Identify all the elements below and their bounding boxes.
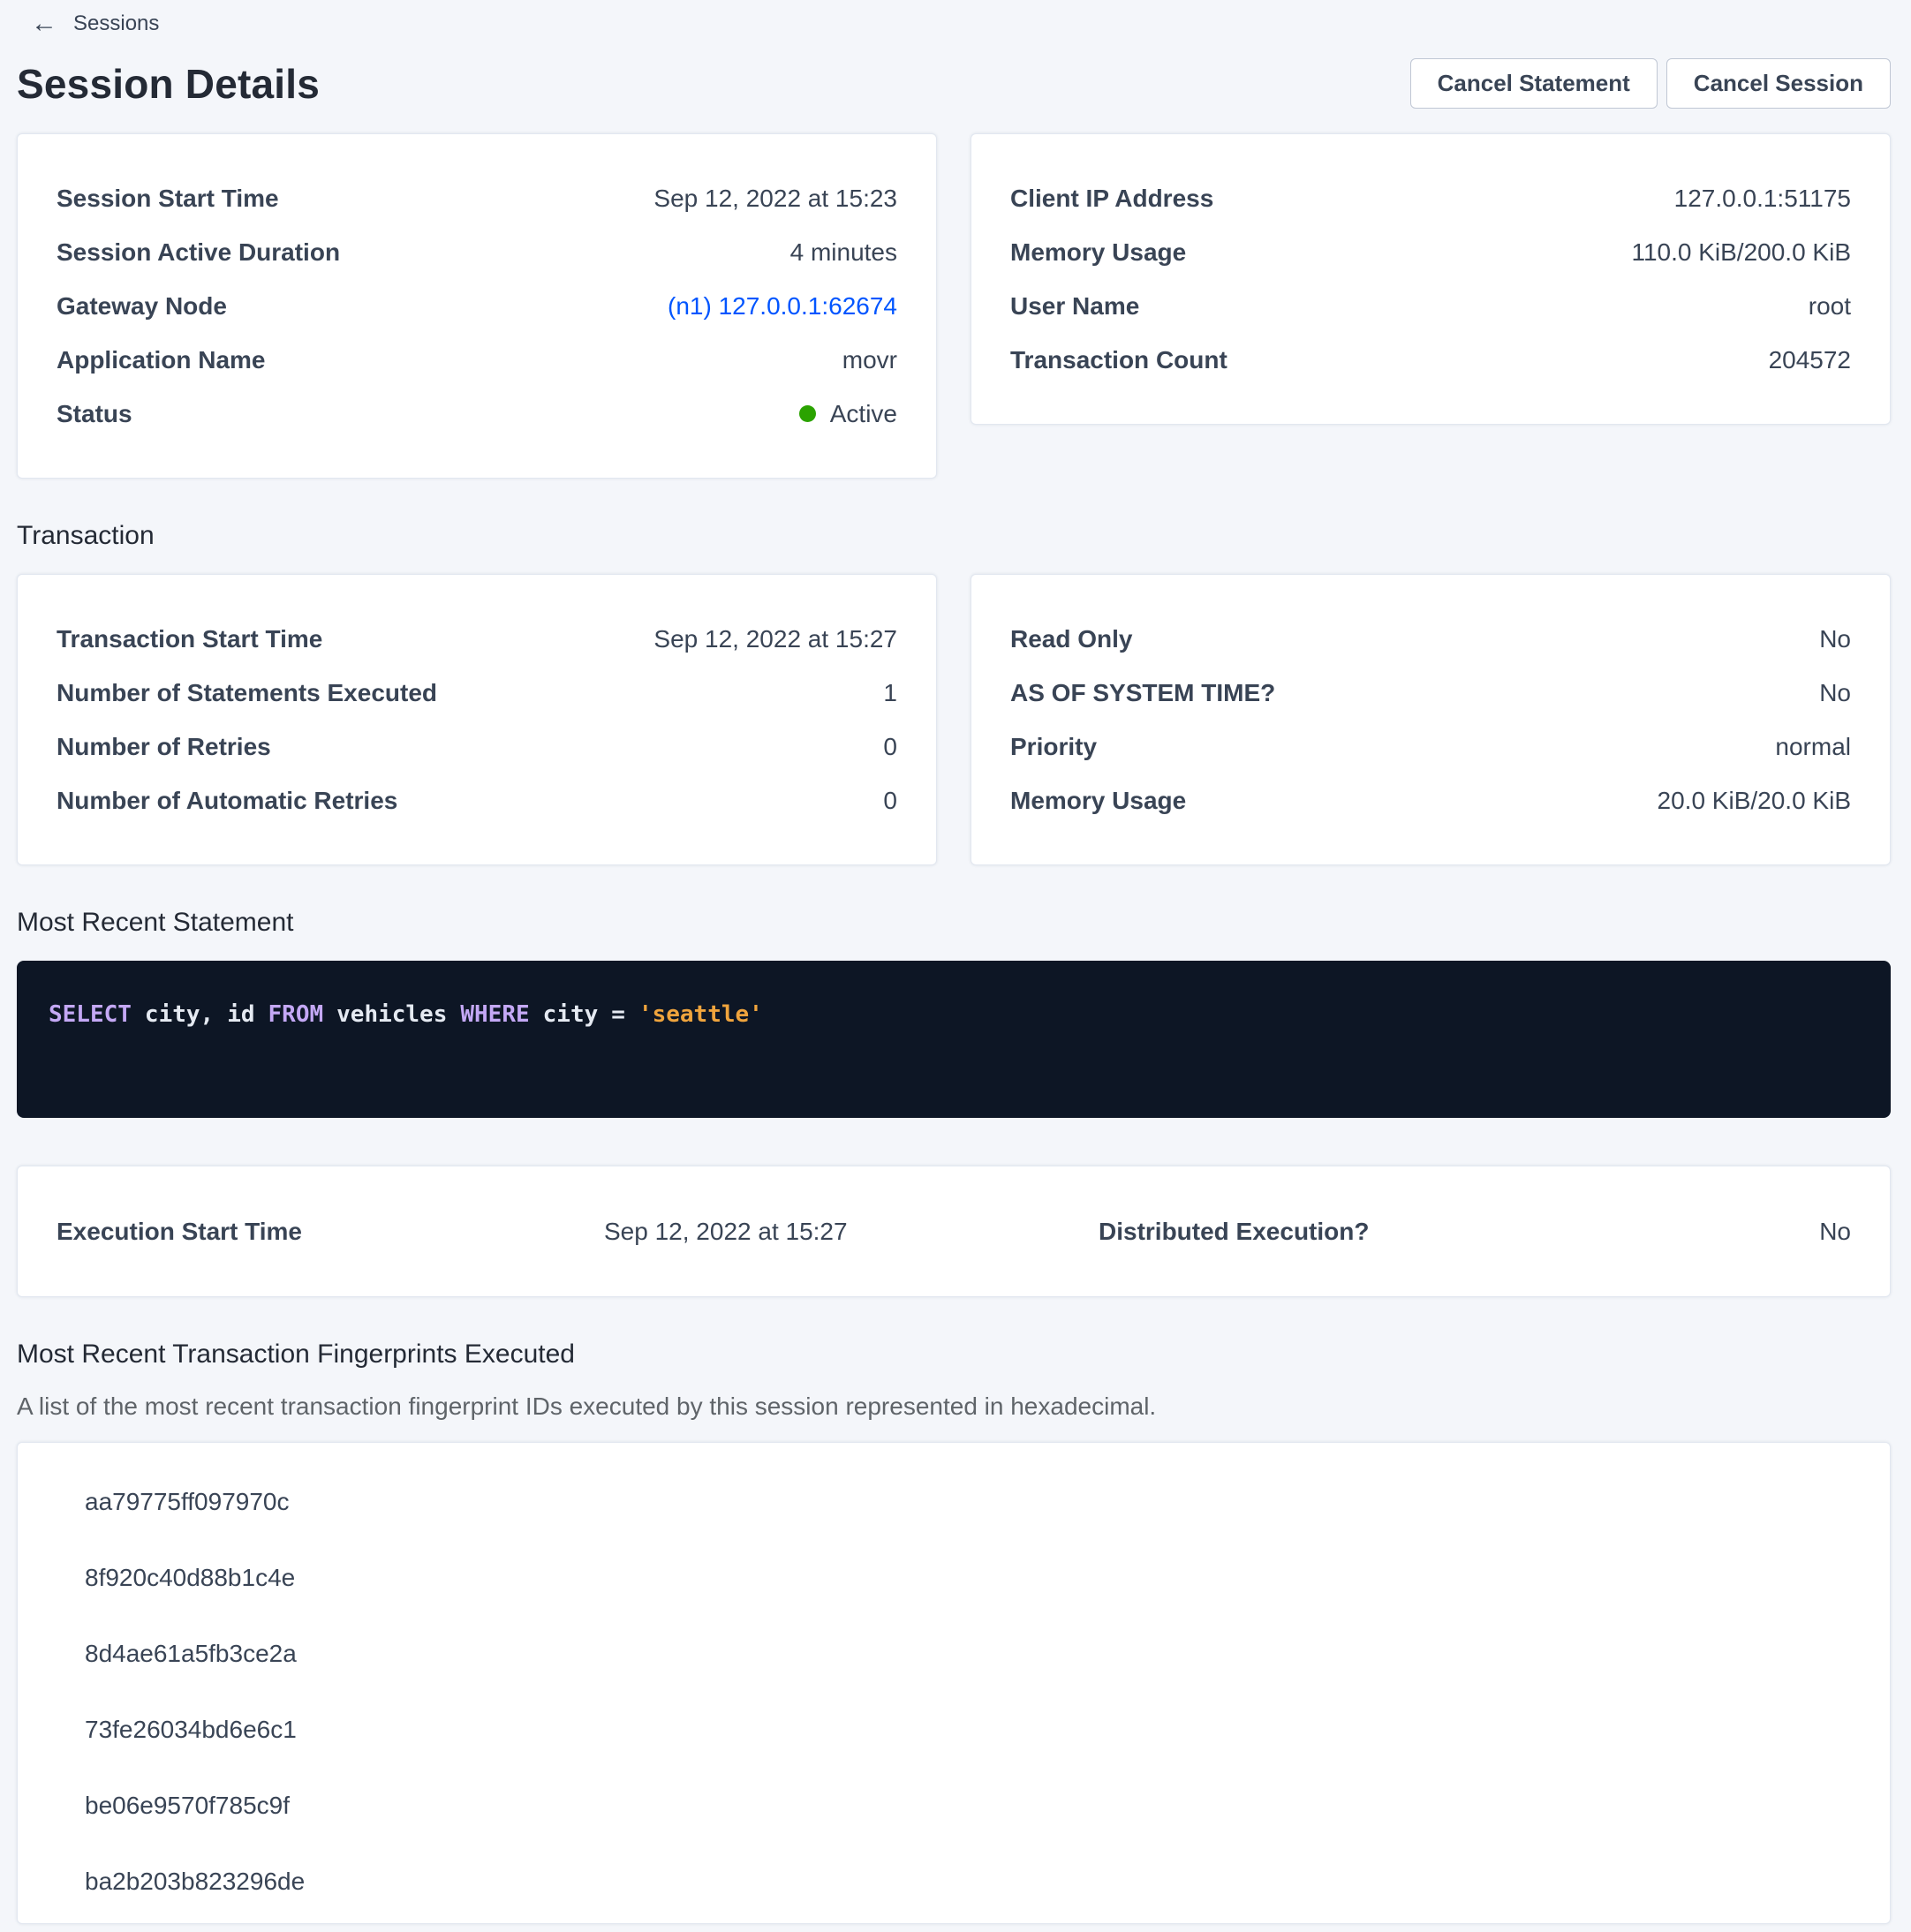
execution-start-time-value: Sep 12, 2022 at 15:27 (604, 1218, 1099, 1246)
as-of-system-time-row: AS OF SYSTEM TIME? No (1010, 666, 1851, 720)
transaction-row: Transaction Start Time Sep 12, 2022 at 1… (17, 574, 1891, 865)
as-of-system-time-value: No (1819, 679, 1851, 707)
client-ip-value: 127.0.0.1:51175 (1674, 185, 1851, 213)
priority-row: Priority normal (1010, 720, 1851, 774)
sql-token: 'seattle' (638, 1001, 763, 1028)
txn-memory-usage-label: Memory Usage (1010, 787, 1186, 815)
fingerprint-list-item: be06e9570f785c9f (18, 1768, 1890, 1844)
sql-token: city, (145, 1001, 214, 1028)
session-start-time-row: Session Start Time Sep 12, 2022 at 15:23 (57, 171, 897, 225)
status-badge: Active (830, 400, 897, 428)
fingerprint-list-item: 8f920c40d88b1c4e (18, 1540, 1890, 1616)
application-name-row: Application Name movr (57, 333, 897, 387)
transaction-count-label: Transaction Count (1010, 346, 1227, 374)
gateway-node-label: Gateway Node (57, 292, 227, 321)
memory-usage-label: Memory Usage (1010, 238, 1186, 267)
sql-token: SELECT (49, 1001, 132, 1028)
status-row: Status Active (57, 387, 897, 441)
read-only-value: No (1819, 625, 1851, 653)
header-actions: Cancel Statement Cancel Session (1410, 58, 1891, 109)
txn-memory-usage-value: 20.0 KiB/20.0 KiB (1658, 787, 1851, 815)
fingerprints-card: aa79775ff097970c 8f920c40d88b1c4e 8d4ae6… (17, 1442, 1891, 1924)
page-title: Session Details (17, 60, 320, 108)
user-name-value: root (1809, 292, 1851, 321)
transaction-start-time-label: Transaction Start Time (57, 625, 322, 653)
fingerprint-list-item: 73fe26034bd6e6c1 (18, 1692, 1890, 1768)
sql-token: vehicles (336, 1001, 447, 1028)
read-only-label: Read Only (1010, 625, 1132, 653)
session-active-duration-value: 4 minutes (790, 238, 897, 267)
cancel-session-button[interactable]: Cancel Session (1666, 58, 1891, 109)
client-ip-label: Client IP Address (1010, 185, 1213, 213)
automatic-retries-value: 0 (883, 787, 897, 815)
breadcrumb: ← Sessions (31, 11, 1911, 37)
distributed-execution-value: No (1369, 1218, 1851, 1246)
priority-value: normal (1775, 733, 1851, 761)
retries-row: Number of Retries 0 (57, 720, 897, 774)
user-name-label: User Name (1010, 292, 1139, 321)
gateway-node-row: Gateway Node (n1) 127.0.0.1:62674 (57, 279, 897, 333)
memory-usage-value: 110.0 KiB/200.0 KiB (1631, 238, 1851, 267)
statement-section-heading: Most Recent Statement (17, 908, 1891, 938)
session-active-duration-label: Session Active Duration (57, 238, 340, 267)
back-arrow-icon[interactable]: ← (31, 11, 57, 37)
transaction-info-card: Transaction Start Time Sep 12, 2022 at 1… (17, 574, 937, 865)
transaction-count-row: Transaction Count 204572 (1010, 333, 1851, 387)
session-start-time-value: Sep 12, 2022 at 15:23 (653, 185, 897, 213)
txn-memory-usage-row: Memory Usage 20.0 KiB/20.0 KiB (1010, 774, 1851, 827)
session-info-card: Session Start Time Sep 12, 2022 at 15:23… (17, 133, 937, 479)
automatic-retries-row: Number of Automatic Retries 0 (57, 774, 897, 827)
retries-label: Number of Retries (57, 733, 271, 761)
transaction-section-heading: Transaction (17, 521, 1891, 551)
cancel-statement-button[interactable]: Cancel Statement (1410, 58, 1658, 109)
status-label: Status (57, 400, 132, 428)
client-info-card: Client IP Address 127.0.0.1:51175 Memory… (971, 133, 1891, 425)
transaction-start-time-value: Sep 12, 2022 at 15:27 (653, 625, 897, 653)
back-to-sessions-link[interactable]: Sessions (73, 11, 159, 36)
sql-token: WHERE (460, 1001, 529, 1028)
as-of-system-time-label: AS OF SYSTEM TIME? (1010, 679, 1275, 707)
application-name-value: movr (842, 346, 897, 374)
transaction-props-card: Read Only No AS OF SYSTEM TIME? No Prior… (971, 574, 1891, 865)
fingerprint-list-item: aa79775ff097970c (18, 1464, 1890, 1540)
memory-usage-row: Memory Usage 110.0 KiB/200.0 KiB (1010, 225, 1851, 279)
automatic-retries-label: Number of Automatic Retries (57, 787, 397, 815)
statements-executed-row: Number of Statements Executed 1 (57, 666, 897, 720)
sql-token: id (227, 1001, 254, 1028)
priority-label: Priority (1010, 733, 1097, 761)
fingerprint-list-item: ba2b203b823296de (18, 1844, 1890, 1920)
transaction-count-value: 204572 (1769, 346, 1851, 374)
page-header: Session Details Cancel Statement Cancel … (17, 58, 1891, 109)
retries-value: 0 (883, 733, 897, 761)
statements-executed-label: Number of Statements Executed (57, 679, 437, 707)
client-ip-row: Client IP Address 127.0.0.1:51175 (1010, 171, 1851, 225)
sql-token: city (543, 1001, 599, 1028)
session-active-duration-row: Session Active Duration 4 minutes (57, 225, 897, 279)
gateway-node-link[interactable]: (n1) 127.0.0.1:62674 (668, 292, 897, 320)
application-name-label: Application Name (57, 346, 265, 374)
session-start-time-label: Session Start Time (57, 185, 279, 213)
fingerprints-description: A list of the most recent transaction fi… (17, 1392, 1891, 1421)
user-name-row: User Name root (1010, 279, 1851, 333)
execution-card: Execution Start Time Sep 12, 2022 at 15:… (17, 1166, 1891, 1297)
fingerprint-list-item: 8d4ae61a5fb3ce2a (18, 1616, 1890, 1692)
execution-start-time-label: Execution Start Time (57, 1218, 604, 1246)
sql-statement-box: SELECT city, id FROM vehicles WHERE city = 'seat… (17, 961, 1891, 1118)
distributed-execution-label: Distributed Execution? (1099, 1218, 1369, 1246)
fingerprints-section-heading: Most Recent Transaction Fingerprints Exe… (17, 1340, 1891, 1370)
sql-token: = (611, 1001, 625, 1028)
read-only-row: Read Only No (1010, 612, 1851, 666)
sql-token: FROM (268, 1001, 324, 1028)
session-summary-row: Session Start Time Sep 12, 2022 at 15:23… (17, 133, 1891, 479)
statements-executed-value: 1 (883, 679, 897, 707)
transaction-start-time-row: Transaction Start Time Sep 12, 2022 at 1… (57, 612, 897, 666)
status-active-dot-icon (799, 405, 816, 422)
